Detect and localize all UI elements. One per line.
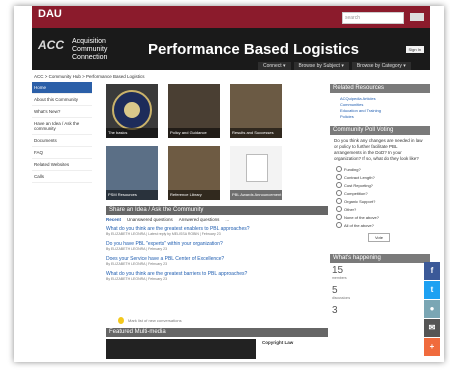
question-meta: By ELIZABETH LEONRA | February 23	[106, 247, 168, 251]
right-column: Related Resources ACQuipedia Articles Co…	[330, 84, 430, 319]
tile-policy-guidance[interactable]: Policy and Guidance	[168, 84, 220, 138]
facebook-icon[interactable]: f	[424, 262, 440, 280]
tile-pbl-awards[interactable]: PBL Awards Announcement	[230, 146, 282, 200]
question-tabs: Recent Unanswered questions Answered que…	[106, 217, 229, 222]
twitter-icon[interactable]: t	[424, 281, 440, 299]
tab-answered[interactable]: Answered questions	[179, 217, 220, 222]
document-icon	[246, 154, 268, 182]
related-link[interactable]: Policies	[340, 114, 430, 120]
poll-option[interactable]: Funding?	[330, 165, 430, 173]
poll-header: Community Poll Voting	[330, 126, 430, 135]
stat-other: 3	[332, 305, 338, 316]
nav-documents[interactable]: Documents	[32, 135, 92, 147]
related-resources-header: Related Resources	[330, 84, 430, 93]
stat-discussions: 5 discussions	[332, 285, 351, 300]
poll-option[interactable]: Contract Length?	[330, 173, 430, 181]
radio-icon[interactable]	[336, 190, 342, 196]
search-button[interactable]	[410, 13, 424, 21]
nav-browse-subject[interactable]: Browse by Subject ▾	[293, 62, 349, 70]
stat-members: 15 members	[332, 265, 347, 280]
tab-recent[interactable]: Recent	[106, 217, 121, 222]
nav-calls[interactable]: Calls	[32, 171, 92, 183]
dau-logo[interactable]: DAU	[38, 8, 62, 20]
nav-whats-new[interactable]: What's New?	[32, 106, 92, 118]
poll-option[interactable]: All of the above?	[330, 221, 430, 229]
nav-share-idea[interactable]: Have an Idea / Ask the community	[32, 118, 92, 135]
search-input[interactable]: search	[342, 12, 404, 24]
list-item: Do you have PBL "experts" within your or…	[106, 241, 316, 251]
acc-logo[interactable]: ACC	[38, 38, 68, 62]
tile-psm-resources[interactable]: PSM Resources	[106, 146, 158, 200]
nav-faq[interactable]: FAQ	[32, 147, 92, 159]
question-meta: By ELIZABETH LEONRA | February 23	[106, 262, 168, 266]
related-links: ACQuipedia Articles Communities Educatio…	[330, 93, 430, 126]
social-share-bar: f t ● ✉ +	[424, 262, 440, 357]
login-button[interactable]: Sign In	[405, 46, 424, 53]
poll-question: Do you think any changes are needed in l…	[334, 138, 423, 161]
breadcrumb[interactable]: ACC > Community Hub > Performance Based …	[34, 74, 145, 79]
tile-the-basics[interactable]: The basics	[106, 84, 158, 138]
mark-read-link[interactable]: Mark list of new conversations	[128, 318, 182, 323]
whats-happening-header: What's happening	[330, 254, 430, 263]
share-section-header: Share an Idea / Ask the Community	[106, 206, 328, 215]
nav-related-websites[interactable]: Related Websites	[32, 159, 92, 171]
poll-option[interactable]: Other?	[330, 205, 430, 213]
multimedia-header: Featured Multi-media	[106, 328, 328, 337]
question-meta: By ELIZABETH LEONRA | Latest reply by ME…	[106, 232, 221, 236]
list-item: What do you think are the greatest barri…	[106, 271, 316, 281]
share-icon[interactable]: ●	[424, 300, 440, 318]
radio-icon[interactable]	[336, 206, 342, 212]
nav-home[interactable]: Home	[32, 82, 92, 94]
question-meta: By ELIZABETH LEONRA | February 23	[106, 277, 168, 281]
radio-icon[interactable]	[336, 166, 342, 172]
poll-option[interactable]: None of the above?	[330, 213, 430, 221]
radio-icon[interactable]	[336, 214, 342, 220]
vote-button[interactable]: Vote	[368, 233, 390, 242]
poll-option[interactable]: Organic Support?	[330, 197, 430, 205]
left-nav: Home About this Community What's New? Ha…	[32, 82, 92, 183]
radio-icon[interactable]	[336, 182, 342, 188]
poll-option[interactable]: Competition?	[330, 189, 430, 197]
poll-option[interactable]: Cost Reporting?	[330, 181, 430, 189]
email-icon[interactable]: ✉	[424, 319, 440, 337]
hero-nav: Connect ▾ Browse by Subject ▾ Browse by …	[258, 62, 411, 70]
tab-unanswered[interactable]: Unanswered questions	[127, 217, 173, 222]
lightbulb-icon	[118, 317, 124, 324]
hero-banner: ACC Acquisition Community Connection Per…	[32, 28, 430, 70]
nav-about[interactable]: About this Community	[32, 94, 92, 106]
media-title[interactable]: Copyright Law	[262, 340, 293, 345]
more-share-icon[interactable]: +	[424, 338, 440, 356]
community-name: Acquisition Community Connection	[72, 38, 108, 61]
video-thumbnail[interactable]	[106, 339, 256, 359]
nav-browse-category[interactable]: Browse by Category ▾	[351, 62, 411, 70]
nav-connect[interactable]: Connect ▾	[258, 62, 291, 70]
browser-frame: DAU search ACC Acquisition Community Con…	[14, 6, 444, 362]
radio-icon[interactable]	[336, 174, 342, 180]
list-item: Does your Service have a PBL Center of E…	[106, 256, 316, 266]
tab-more[interactable]: ...	[225, 217, 229, 222]
question-list: What do you think are the greatest enabl…	[106, 226, 316, 286]
tile-reference-library[interactable]: Reference Library	[168, 146, 220, 200]
radio-icon[interactable]	[336, 222, 342, 228]
tile-results-successes[interactable]: Results and Successes	[230, 84, 282, 138]
list-item: What do you think are the greatest enabl…	[106, 226, 316, 236]
page-title: Performance Based Logistics	[148, 41, 359, 58]
radio-icon[interactable]	[336, 198, 342, 204]
dod-seal-icon	[112, 90, 152, 130]
top-bar: DAU search	[32, 6, 430, 28]
